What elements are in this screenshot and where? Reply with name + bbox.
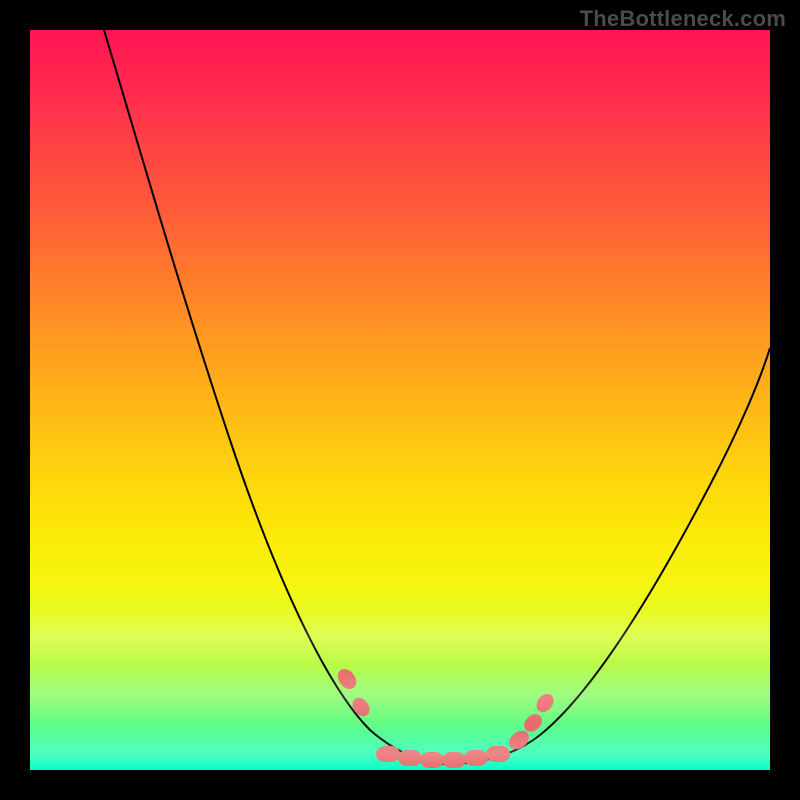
plot-area (30, 30, 770, 770)
curve-layer (30, 30, 770, 770)
marker-link (442, 752, 466, 768)
marker-link (376, 746, 400, 762)
chart-frame: TheBottleneck.com (0, 0, 800, 800)
marker-dot (533, 691, 557, 716)
right-curve (444, 348, 770, 764)
marker-link (464, 750, 488, 766)
marker-link (486, 746, 510, 762)
marker-dot (349, 695, 373, 720)
marker-link (420, 752, 444, 768)
marker-link (398, 750, 422, 766)
watermark-text: TheBottleneck.com (580, 6, 786, 32)
left-curve (104, 30, 444, 764)
sausage-markers (334, 665, 557, 768)
